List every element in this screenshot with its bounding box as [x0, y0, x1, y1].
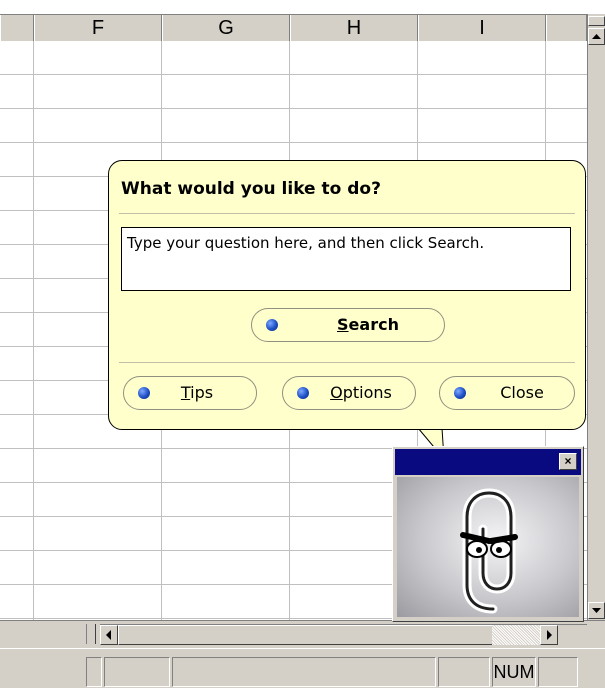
- status-panel: [538, 657, 578, 687]
- horizontal-scroll-thumb[interactable]: [118, 625, 493, 645]
- paperclip-icon: [460, 488, 518, 614]
- scroll-left-button[interactable]: [100, 625, 118, 645]
- balloon-title: What would you like to do?: [121, 179, 381, 199]
- scroll-down-button[interactable]: [588, 602, 605, 619]
- horizontal-scroll-area: [0, 620, 605, 648]
- excel-window: F G H I NUM What would you like to do? T…: [0, 0, 605, 688]
- close-button[interactable]: Close: [439, 376, 575, 410]
- column-header-f[interactable]: F: [34, 15, 162, 41]
- close-icon: ×: [564, 454, 572, 468]
- scroll-thumb[interactable]: [588, 16, 605, 26]
- assistant-balloon: What would you like to do? Type your que…: [108, 160, 586, 430]
- tips-button[interactable]: Tips: [123, 376, 257, 410]
- scroll-up-button[interactable]: [588, 28, 605, 45]
- column-header-row: F G H I: [0, 14, 587, 42]
- column-header-g[interactable]: G: [162, 15, 290, 41]
- scroll-track-pattern: [492, 625, 540, 645]
- tab-split-handle[interactable]: [86, 624, 96, 644]
- triangle-left-icon: [106, 630, 111, 640]
- grid-line: [33, 41, 34, 620]
- triangle-down-icon: [592, 608, 601, 613]
- triangle-right-icon: [547, 630, 552, 640]
- options-button[interactable]: Options: [282, 376, 416, 410]
- column-header-e[interactable]: [0, 15, 34, 41]
- assistant-title-bar[interactable]: ×: [395, 449, 581, 475]
- office-assistant-window[interactable]: ×: [392, 446, 584, 622]
- triangle-up-icon: [592, 34, 601, 39]
- horizontal-scrollbar[interactable]: [100, 624, 587, 645]
- close-button-label: Close: [500, 383, 544, 402]
- column-header-j[interactable]: [546, 15, 587, 41]
- divider: [119, 213, 575, 214]
- status-bar: NUM: [0, 648, 605, 688]
- assistant-close-button[interactable]: ×: [559, 453, 577, 470]
- search-button-label: Search: [337, 315, 399, 334]
- question-input[interactable]: Type your question here, and then click …: [121, 227, 571, 291]
- status-panel: [86, 657, 102, 687]
- options-button-label: Options: [330, 383, 392, 402]
- num-lock-indicator: NUM: [492, 657, 536, 687]
- status-panel: [104, 657, 170, 687]
- divider: [119, 362, 575, 363]
- vertical-scrollbar[interactable]: [587, 14, 605, 620]
- tips-button-label: Tips: [180, 383, 214, 402]
- column-header-i[interactable]: I: [418, 15, 546, 41]
- scroll-right-button[interactable]: [540, 625, 558, 645]
- status-panel: [172, 657, 436, 687]
- assistant-stage[interactable]: [397, 477, 579, 617]
- status-panel: [438, 657, 490, 687]
- column-header-h[interactable]: H: [290, 15, 418, 41]
- search-button[interactable]: Search: [251, 308, 445, 342]
